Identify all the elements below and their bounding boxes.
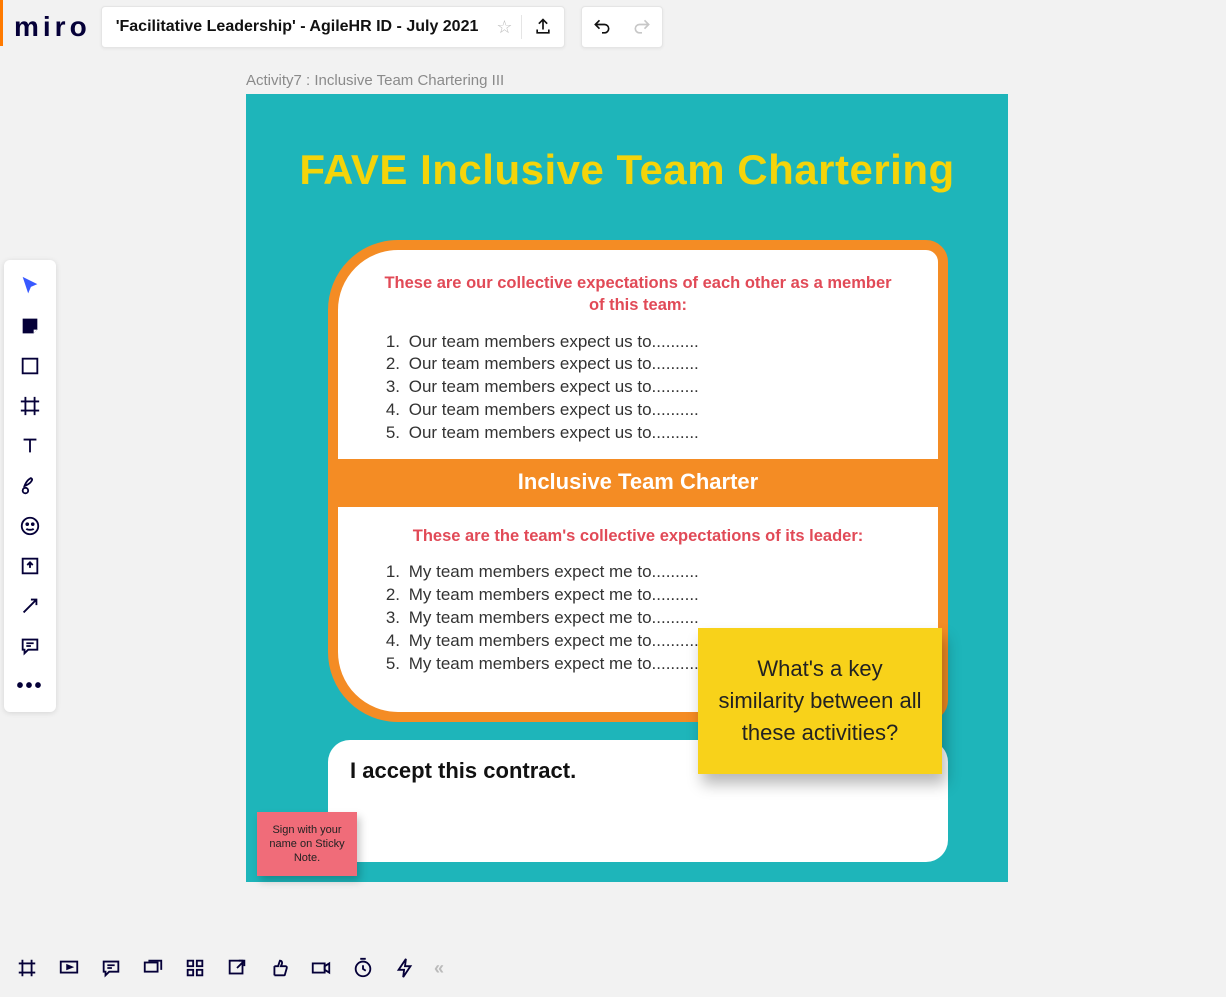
- share-export-button[interactable]: [224, 955, 250, 981]
- thumbs-up-icon: [268, 957, 290, 979]
- shape-tool[interactable]: [10, 346, 50, 386]
- board-title[interactable]: 'Facilitative Leadership' - AgileHR ID -…: [102, 18, 489, 36]
- undo-redo-box: [581, 6, 663, 48]
- pen-tool[interactable]: [10, 466, 50, 506]
- frames-panel-button[interactable]: [14, 955, 40, 981]
- sticky-text: What's a key similarity between all thes…: [714, 653, 926, 749]
- present-button[interactable]: [56, 955, 82, 981]
- list-item: 1. Our team members expect us to........…: [378, 331, 898, 354]
- text-tool[interactable]: [10, 426, 50, 466]
- comments-panel-button[interactable]: [98, 955, 124, 981]
- upload-icon: [533, 17, 553, 37]
- undo-icon: [592, 17, 612, 37]
- yellow-sticky-note[interactable]: What's a key similarity between all thes…: [698, 628, 942, 774]
- redo-icon: [632, 17, 652, 37]
- timer-button[interactable]: [350, 955, 376, 981]
- pen-icon: [19, 475, 41, 497]
- accent-bar: [0, 0, 3, 46]
- square-icon: [19, 355, 41, 377]
- collapse-toolbar-button[interactable]: «: [434, 958, 444, 979]
- sticky-note-tool[interactable]: [10, 306, 50, 346]
- cards-button[interactable]: [140, 955, 166, 981]
- frame-tool[interactable]: [10, 386, 50, 426]
- cursor-icon: [19, 275, 41, 297]
- list-item: 1. My team members expect me to.........…: [378, 561, 898, 584]
- top-bar: miro 'Facilitative Leadership' - AgileHR…: [14, 6, 663, 48]
- list-item: 4. Our team members expect us to........…: [378, 399, 898, 422]
- frame-label[interactable]: Activity7 : Inclusive Team Chartering II…: [246, 72, 504, 89]
- bottom-toolbar: «: [14, 955, 444, 981]
- list-item: 2. My team members expect me to.........…: [378, 584, 898, 607]
- frame-icon: [19, 395, 41, 417]
- bolt-icon: [394, 957, 416, 979]
- emoji-tool[interactable]: [10, 506, 50, 546]
- leader-expectations-heading: These are the team's collective expectat…: [378, 525, 898, 547]
- more-tools[interactable]: •••: [10, 666, 50, 706]
- arrow-icon: [19, 595, 41, 617]
- activity-button[interactable]: [182, 955, 208, 981]
- voting-button[interactable]: [266, 955, 292, 981]
- connector-tool[interactable]: [10, 586, 50, 626]
- redo-button[interactable]: [622, 6, 662, 48]
- export-button[interactable]: [522, 6, 564, 48]
- upload-tool[interactable]: [10, 546, 50, 586]
- chat-icon: [100, 957, 122, 979]
- grid-icon: [184, 957, 206, 979]
- select-tool[interactable]: [10, 266, 50, 306]
- sticky-text: Sign with your name on Sticky Note.: [263, 823, 351, 866]
- present-icon: [58, 957, 80, 979]
- favorite-star-icon[interactable]: ☆: [488, 17, 520, 38]
- comment-tool[interactable]: [10, 626, 50, 666]
- undo-button[interactable]: [582, 6, 622, 48]
- side-toolbar: •••: [4, 260, 56, 712]
- miro-logo[interactable]: miro: [14, 11, 91, 43]
- share-icon: [226, 957, 248, 979]
- list-item: 3. Our team members expect us to........…: [378, 376, 898, 399]
- team-expectations-list: 1. Our team members expect us to........…: [378, 331, 898, 446]
- video-icon: [310, 957, 332, 979]
- charter-band: Inclusive Team Charter: [338, 459, 938, 507]
- video-button[interactable]: [308, 955, 334, 981]
- bolt-button[interactable]: [392, 955, 418, 981]
- list-item: 2. Our team members expect us to........…: [378, 353, 898, 376]
- team-expectations-heading: These are our collective expectations of…: [378, 272, 898, 317]
- ellipsis-icon: •••: [16, 675, 43, 698]
- text-icon: [19, 435, 41, 457]
- import-icon: [19, 555, 41, 577]
- smile-icon: [19, 515, 41, 537]
- sticky-icon: [19, 315, 41, 337]
- frames-icon: [16, 957, 38, 979]
- frame-title: FAVE Inclusive Team Chartering: [246, 94, 1008, 194]
- board-title-box: 'Facilitative Leadership' - AgileHR ID -…: [101, 6, 565, 48]
- pink-sticky-note[interactable]: Sign with your name on Sticky Note.: [257, 812, 357, 876]
- cards-icon: [142, 957, 164, 979]
- comment-icon: [19, 635, 41, 657]
- charter-card-top: These are our collective expectations of…: [338, 250, 938, 459]
- timer-icon: [352, 957, 374, 979]
- list-item: 3. My team members expect me to.........…: [378, 607, 898, 630]
- list-item: 5. Our team members expect us to........…: [378, 422, 898, 445]
